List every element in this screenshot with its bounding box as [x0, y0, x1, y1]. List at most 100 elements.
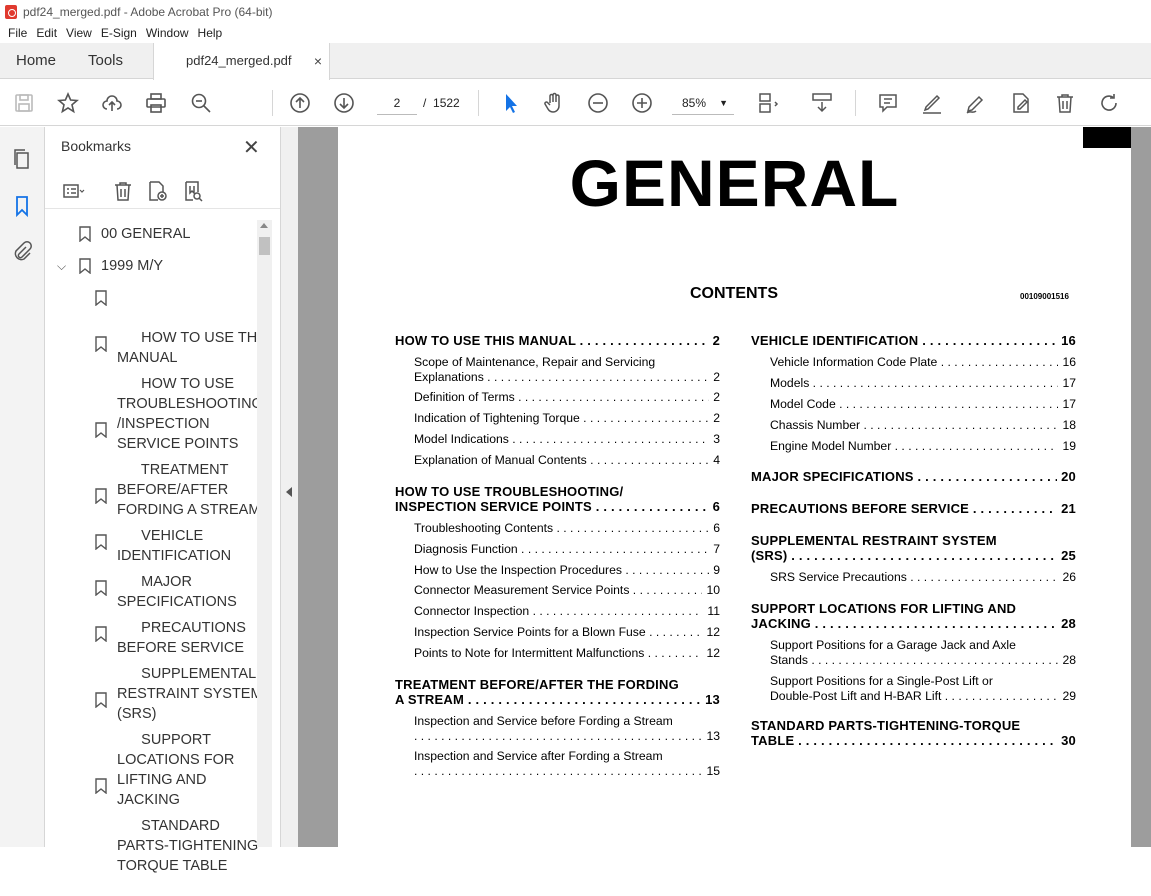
- bookmark-item[interactable]: 00 GENERAL: [79, 224, 190, 244]
- redo-rotate-icon[interactable]: [1097, 91, 1121, 115]
- zoom-level-select[interactable]: 85% ▼: [672, 91, 734, 115]
- bookmark-icon: [95, 488, 107, 504]
- menu-file[interactable]: File: [8, 26, 27, 40]
- pages-thumbnail-icon[interactable]: [10, 147, 34, 171]
- close-icon[interactable]: ✕: [243, 135, 260, 160]
- bookmarks-scrollbar[interactable]: [257, 220, 272, 847]
- bookmark-panel-icon[interactable]: [10, 194, 34, 218]
- edit-pdf-icon[interactable]: [1009, 91, 1033, 115]
- hand-tool-icon[interactable]: [542, 91, 566, 115]
- toc-entry-text: Indication of Tightening Torque: [414, 411, 580, 425]
- menu-esign[interactable]: E-Sign: [101, 26, 137, 40]
- window-title: pdf24_merged.pdf - Adobe Acrobat Pro (64…: [23, 4, 273, 19]
- scrollbar-thumb[interactable]: [259, 237, 270, 255]
- toc-page-number: 19: [1058, 439, 1076, 453]
- close-tab-icon[interactable]: ×: [314, 43, 322, 79]
- toc-section-heading: INSPECTION SERVICE POINTS . . . . . . . …: [395, 499, 720, 514]
- toolbar-divider: [855, 90, 856, 116]
- toc-entry-text: Inspection and Service after Fording a S…: [414, 749, 663, 763]
- toc-entry: Chassis Number . . . . . . . . . . . . .…: [770, 418, 1076, 432]
- zoom-out-icon[interactable]: [586, 91, 610, 115]
- toc-entry-text: Support Positions for a Single-Post Lift…: [770, 674, 993, 688]
- comment-icon[interactable]: [876, 91, 900, 115]
- menu-window[interactable]: Window: [146, 26, 189, 40]
- toc-section-heading: (SRS) . . . . . . . . . . . . . . . . . …: [751, 548, 1076, 563]
- toc-entry-text: Definition of Terms: [414, 390, 515, 404]
- acrobat-icon: [5, 4, 17, 19]
- star-icon[interactable]: [56, 91, 80, 115]
- toc-entry-text: Model Code: [770, 397, 836, 411]
- bookmark-icon: [95, 534, 107, 550]
- toc-entry-text: PRECAUTIONS BEFORE SERVICE: [751, 501, 970, 516]
- next-page-icon[interactable]: [332, 91, 356, 115]
- toc-entry-text: Explanation of Manual Contents: [414, 453, 587, 467]
- toc-leader-dots: . . . . . . . . . . . . . . . . . . . . …: [910, 570, 1076, 584]
- toc-entry: Inspection and Service after Fording a S…: [414, 749, 663, 763]
- toc-entry-text: Chassis Number: [770, 418, 861, 432]
- select-cursor-icon[interactable]: [499, 91, 523, 115]
- toc-page-number: 4: [709, 453, 720, 467]
- toc-page-number: 13: [702, 728, 720, 743]
- toc-page-number: 20: [1057, 469, 1076, 484]
- sign-pen-icon[interactable]: [964, 91, 988, 115]
- bookmarks-toolbar: [45, 173, 280, 209]
- page-fit-icon[interactable]: [756, 91, 780, 115]
- navigation-rail: [0, 127, 45, 847]
- toc-entry: Explanation of Manual Contents . . . . .…: [414, 453, 720, 467]
- toc-page-number: 26: [1058, 570, 1076, 584]
- tab-document[interactable]: pdf24_merged.pdf ×: [153, 43, 330, 80]
- toc-section-heading: PRECAUTIONS BEFORE SERVICE . . . . . . .…: [751, 501, 1076, 516]
- delete-trash-icon[interactable]: [1053, 91, 1077, 115]
- toc-section-heading: VEHICLE IDENTIFICATION . . . . . . . . .…: [751, 333, 1076, 348]
- page-total: 1522: [433, 96, 460, 110]
- toc-leader-dots: . . . . . . . . . . . . . . . . . . . . …: [791, 548, 1076, 563]
- bookmark-item[interactable]: STANDARD PARTS-TIGHTENING- TORQUE TABLE: [95, 776, 263, 896]
- chevron-down-icon[interactable]: ⌵: [57, 256, 66, 276]
- toc-entry: Inspection and Service before Fording a …: [414, 714, 673, 728]
- bookmark-icon: [79, 226, 91, 242]
- toc-entry-text: Connector Inspection: [414, 604, 530, 618]
- toc-section-heading: STANDARD PARTS-TIGHTENING-TORQUE: [751, 718, 1020, 733]
- chevron-down-icon: ▼: [719, 98, 728, 108]
- delete-bookmark-icon[interactable]: [111, 179, 135, 203]
- toc-entry-text: STANDARD PARTS-TIGHTENING-TORQUE: [751, 718, 1021, 733]
- highlight-pen-icon[interactable]: [920, 91, 944, 115]
- menu-edit[interactable]: Edit: [36, 26, 57, 40]
- print-icon[interactable]: [144, 91, 168, 115]
- toc-page-number: 21: [1057, 501, 1076, 516]
- toc-entry-text: Inspection and Service before Fording a …: [414, 714, 673, 728]
- toc-entry-text: VEHICLE IDENTIFICATION: [751, 333, 919, 348]
- menu-view[interactable]: View: [66, 26, 92, 40]
- panel-splitter[interactable]: [280, 127, 298, 847]
- tab-tools[interactable]: Tools: [88, 43, 123, 79]
- toc-section-heading: A STREAM . . . . . . . . . . . . . . . .…: [395, 692, 720, 707]
- toc-page-number: 12: [702, 646, 720, 660]
- tab-home[interactable]: Home: [16, 43, 56, 79]
- upload-cloud-icon[interactable]: [100, 91, 124, 115]
- bookmark-item[interactable]: ⌵ 1999 M/Y: [57, 256, 163, 276]
- toc-page-number: 9: [709, 563, 720, 577]
- toc-entry: Engine Model Number . . . . . . . . . . …: [770, 439, 1076, 453]
- attachment-paperclip-icon[interactable]: [10, 240, 34, 264]
- scroll-mode-icon[interactable]: [810, 91, 834, 115]
- toc-leader-dots: . . . . . . . . . . . . . . . . . . . . …: [414, 763, 720, 778]
- toc-entry-text: SRS Service Precautions: [770, 570, 907, 584]
- bookmark-options-icon[interactable]: [61, 179, 85, 203]
- find-bookmark-icon[interactable]: [181, 179, 205, 203]
- previous-page-icon[interactable]: [288, 91, 312, 115]
- toc-entry: Stands . . . . . . . . . . . . . . . . .…: [770, 652, 1076, 667]
- toc-page-number: 17: [1058, 397, 1076, 411]
- toc-entry: Support Positions for a Garage Jack and …: [770, 638, 1016, 652]
- zoom-in-icon[interactable]: [630, 91, 654, 115]
- new-bookmark-icon[interactable]: [145, 179, 169, 203]
- page-number-input[interactable]: 2: [377, 91, 417, 115]
- save-icon[interactable]: [12, 91, 36, 115]
- toc-leader-dots: . . . . . . . . . . . . . . . . . . . . …: [940, 355, 1076, 369]
- menu-help[interactable]: Help: [198, 26, 223, 40]
- scroll-up-icon[interactable]: [260, 223, 268, 228]
- document-viewport[interactable]: GENERAL CONTENTS 00109001516 HOW TO USE …: [298, 127, 1151, 847]
- zoom-search-icon[interactable]: [189, 91, 213, 115]
- collapse-panel-icon[interactable]: [286, 487, 292, 497]
- toc-leader-dots: . . . . . . . . . . . . . . . . . . . . …: [532, 604, 720, 618]
- toc-entry-text: SUPPLEMENTAL RESTRAINT SYSTEM: [751, 533, 997, 548]
